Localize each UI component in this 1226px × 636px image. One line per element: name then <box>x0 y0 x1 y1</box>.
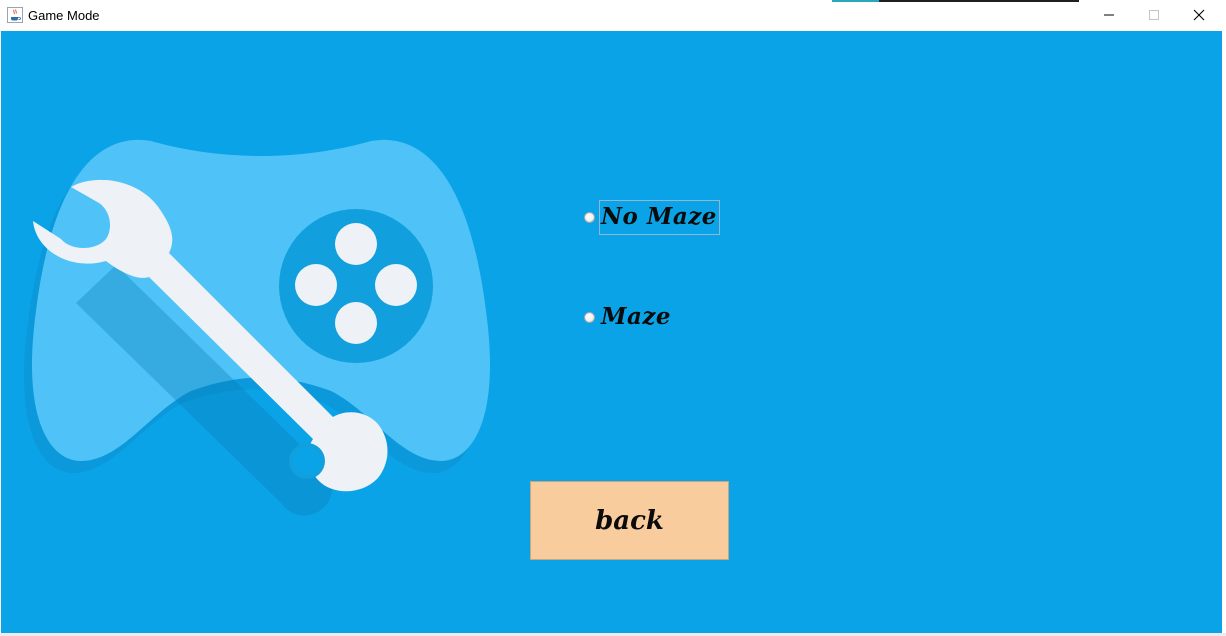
background-dark-strip <box>879 0 1079 2</box>
content-panel: No Maze Maze back <box>1 31 1222 633</box>
radio-button[interactable] <box>584 212 595 223</box>
java-cup-icon <box>7 7 23 23</box>
title-bar[interactable]: Game Mode <box>0 0 1226 32</box>
window-title: Game Mode <box>28 8 100 23</box>
radio-label-maze[interactable]: Maze <box>599 300 674 335</box>
radio-option-no-maze[interactable]: No Maze <box>584 200 720 235</box>
game-mode-window: Game Mode No Maze Maze back <box>0 0 1226 636</box>
minimize-button[interactable] <box>1086 0 1132 30</box>
close-icon <box>1193 9 1205 21</box>
gamepad-wrench-icon <box>24 139 490 516</box>
radio-label-no-maze[interactable]: No Maze <box>599 200 720 235</box>
window-right-edge <box>1222 31 1226 633</box>
minimize-icon <box>1104 14 1114 16</box>
radio-button[interactable] <box>584 312 595 323</box>
background-accent-strip <box>832 0 879 2</box>
back-button[interactable]: back <box>530 481 729 560</box>
close-button[interactable] <box>1176 0 1222 30</box>
maximize-icon <box>1149 10 1159 20</box>
maximize-button[interactable] <box>1131 0 1177 30</box>
radio-option-maze[interactable]: Maze <box>584 300 674 335</box>
